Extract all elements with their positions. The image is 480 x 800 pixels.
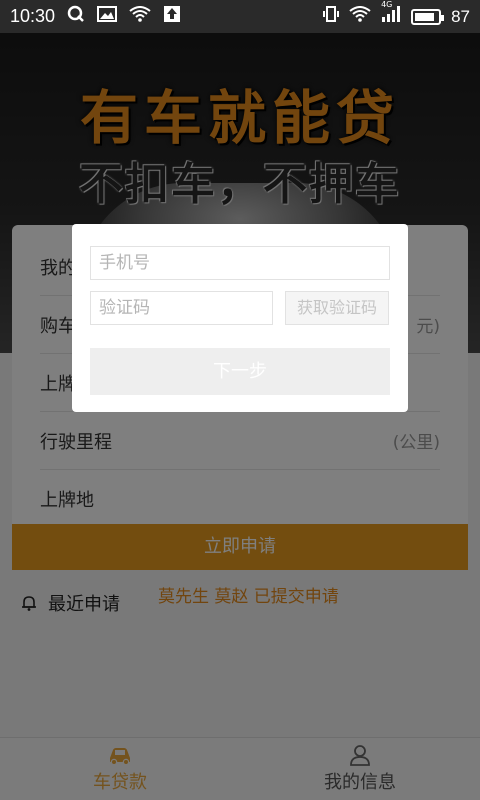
vibrate-icon	[323, 5, 340, 28]
signal-icon: 4G	[381, 0, 401, 27]
status-bar: 10:30 4G 87	[0, 0, 480, 33]
phone-input[interactable]	[90, 246, 390, 280]
q-app-icon	[67, 5, 85, 28]
battery-level: 87	[451, 6, 470, 26]
modal-overlay[interactable]	[0, 33, 480, 800]
next-step-button[interactable]: 下一步	[90, 348, 390, 395]
wifi-strength-icon	[349, 6, 371, 27]
status-time: 10:30	[10, 6, 56, 26]
upload-icon	[163, 5, 181, 28]
gallery-icon	[97, 6, 118, 27]
verification-dialog: 获取验证码 下一步	[72, 224, 408, 412]
battery-icon	[411, 8, 445, 25]
network-type-label: 4G	[381, 0, 393, 9]
verification-code-input[interactable]	[90, 291, 273, 325]
get-code-button[interactable]: 获取验证码	[285, 291, 389, 325]
wifi-icon	[129, 6, 151, 27]
